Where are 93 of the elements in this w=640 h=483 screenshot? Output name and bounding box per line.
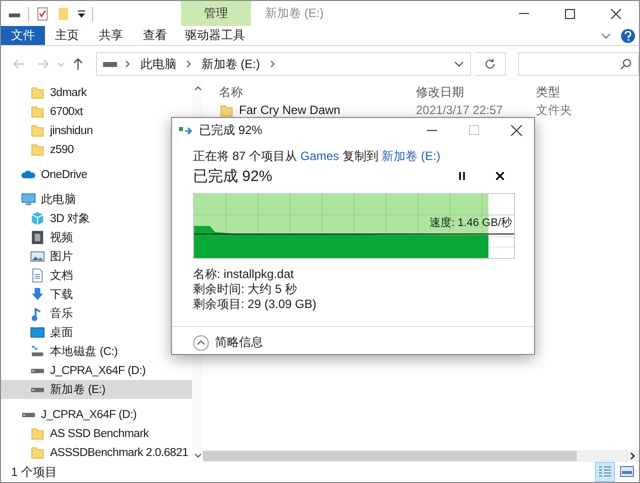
column-header[interactable]: 类型 bbox=[536, 84, 560, 98]
sidebar-item[interactable]: 下载 bbox=[1, 285, 192, 304]
detail-text: 剩余项目: 29 (3.09 GB) bbox=[193, 297, 318, 312]
ribbon-tab[interactable]: 共享 bbox=[89, 26, 133, 45]
copy-summary: 正在将 87 个项目从 Games 复制到 新加卷 (E:) bbox=[193, 148, 442, 165]
table-cell: 2021/3/17 22:57 bbox=[416, 103, 503, 117]
drive-icon bbox=[30, 368, 45, 374]
speed-label: 速度: 1.46 GB/秒 bbox=[429, 216, 512, 230]
forward-arrow-icon bbox=[36, 59, 49, 69]
sidebar-item[interactable]: 3dmark bbox=[1, 83, 192, 102]
pause-icon bbox=[459, 172, 465, 180]
sidebar-item[interactable]: AS SSD Benchmark bbox=[1, 424, 192, 443]
close-icon bbox=[611, 8, 621, 18]
refresh-icon bbox=[484, 58, 496, 70]
sidebar-item[interactable]: 此电脑 bbox=[1, 190, 192, 209]
ribbon-tab[interactable]: 主页 bbox=[45, 26, 89, 45]
scroll-right-icon[interactable] bbox=[630, 452, 636, 460]
chevron-icon[interactable] bbox=[270, 60, 275, 68]
minimize-icon bbox=[519, 13, 529, 14]
properties-icon[interactable] bbox=[35, 6, 50, 21]
dropdown-icon[interactable] bbox=[454, 61, 464, 67]
back-arrow-icon bbox=[12, 59, 25, 69]
computer-icon bbox=[21, 192, 36, 207]
folder-icon bbox=[30, 85, 45, 100]
copy-icon bbox=[179, 125, 193, 135]
maximize-icon bbox=[565, 8, 575, 18]
details-list-icon bbox=[599, 466, 611, 478]
sidebar-item[interactable]: 音乐 bbox=[1, 304, 192, 323]
document-icon bbox=[30, 268, 45, 283]
chevron-icon[interactable] bbox=[186, 60, 192, 68]
close-icon bbox=[496, 172, 504, 180]
ribbon-tab[interactable]: 驱动器工具 bbox=[181, 26, 249, 45]
folder-icon bbox=[30, 104, 45, 119]
film-icon bbox=[30, 230, 45, 245]
contextual-tab-header: 管理 bbox=[181, 1, 251, 26]
sidebar-item[interactable]: 文档 bbox=[1, 266, 192, 285]
breadcrumb[interactable]: 新加卷 (E:) bbox=[199, 56, 262, 72]
sidebar-item[interactable]: 图片 bbox=[1, 247, 192, 266]
folder-link[interactable]: 新加卷 (E:) bbox=[382, 149, 440, 163]
file-name[interactable]: Far Cry New Dawn bbox=[239, 103, 340, 117]
column-header[interactable]: 修改日期 bbox=[416, 84, 464, 98]
refresh-button[interactable] bbox=[474, 52, 506, 76]
close-icon bbox=[510, 124, 522, 136]
sidebar-item[interactable]: J_CPRA_X64F (D:) bbox=[1, 361, 192, 380]
address-bar[interactable]: 此电脑 新加卷 (E:) bbox=[96, 52, 470, 76]
table-cell: 文件夹 bbox=[536, 102, 572, 116]
dialog-title: 已完成 92% bbox=[199, 122, 264, 138]
maximize-icon bbox=[469, 125, 479, 135]
folder-icon bbox=[30, 142, 45, 157]
folder-icon bbox=[30, 445, 45, 460]
drive-icon bbox=[30, 344, 45, 359]
sidebar-item[interactable]: ASSSDBenchmark 2.0.6821 bbox=[1, 443, 192, 462]
preview-pane-icon bbox=[620, 466, 634, 478]
chevron-icon[interactable] bbox=[125, 60, 130, 68]
sidebar-item[interactable]: jinshidun bbox=[1, 121, 192, 140]
folder-icon bbox=[30, 123, 45, 138]
detail-text: 剩余时间: 大约 5 秒 bbox=[193, 282, 298, 297]
sidebar-item[interactable]: 视频 bbox=[1, 228, 192, 247]
scroll-up-icon[interactable] bbox=[194, 86, 202, 91]
collapse-chevron-icon bbox=[193, 334, 209, 350]
up-arrow-icon bbox=[73, 58, 84, 70]
window-title: 新加卷 (E:) bbox=[265, 5, 325, 22]
ribbon-tab[interactable]: 查看 bbox=[133, 26, 177, 45]
sidebar-item[interactable]: 6700xt bbox=[1, 102, 192, 121]
progress-heading: 已完成 92% bbox=[193, 166, 274, 186]
sidebar-item[interactable]: 新加卷 (E:) bbox=[1, 380, 192, 399]
folder-icon bbox=[30, 426, 45, 441]
status-text: 1 个项目 bbox=[11, 464, 58, 480]
column-header[interactable]: 名称 bbox=[219, 84, 243, 98]
expand-ribbon-icon[interactable] bbox=[601, 32, 611, 38]
horizontal-scrollbar[interactable] bbox=[203, 450, 639, 462]
download-icon bbox=[30, 287, 45, 302]
drive-icon bbox=[30, 387, 45, 393]
fewer-details-button[interactable]: 简略信息 bbox=[172, 327, 534, 351]
search-field[interactable] bbox=[518, 52, 639, 76]
drive-icon bbox=[21, 412, 36, 418]
details-view-button[interactable] bbox=[595, 462, 615, 482]
help-icon[interactable] bbox=[621, 28, 635, 42]
sidebar-item[interactable]: J_CPRA_X64F (D:) bbox=[1, 405, 192, 424]
search-icon bbox=[620, 58, 632, 70]
folder-link[interactable]: Games bbox=[300, 149, 340, 163]
breadcrumb[interactable]: 此电脑 bbox=[138, 56, 178, 72]
drive-icon bbox=[103, 61, 118, 67]
dropdown-icon[interactable] bbox=[77, 10, 86, 18]
sidebar-item[interactable]: z590 bbox=[1, 140, 192, 159]
cube-icon bbox=[30, 211, 45, 226]
sidebar-item[interactable]: 3D 对象 bbox=[1, 209, 192, 228]
detail-text: 名称: installpkg.dat bbox=[193, 267, 295, 282]
sidebar-item[interactable]: OneDrive bbox=[1, 165, 192, 184]
scroll-down-icon[interactable] bbox=[194, 453, 202, 458]
file-tab[interactable]: 文件 bbox=[1, 26, 45, 45]
image-icon bbox=[30, 249, 45, 264]
desktop-icon bbox=[30, 325, 45, 340]
